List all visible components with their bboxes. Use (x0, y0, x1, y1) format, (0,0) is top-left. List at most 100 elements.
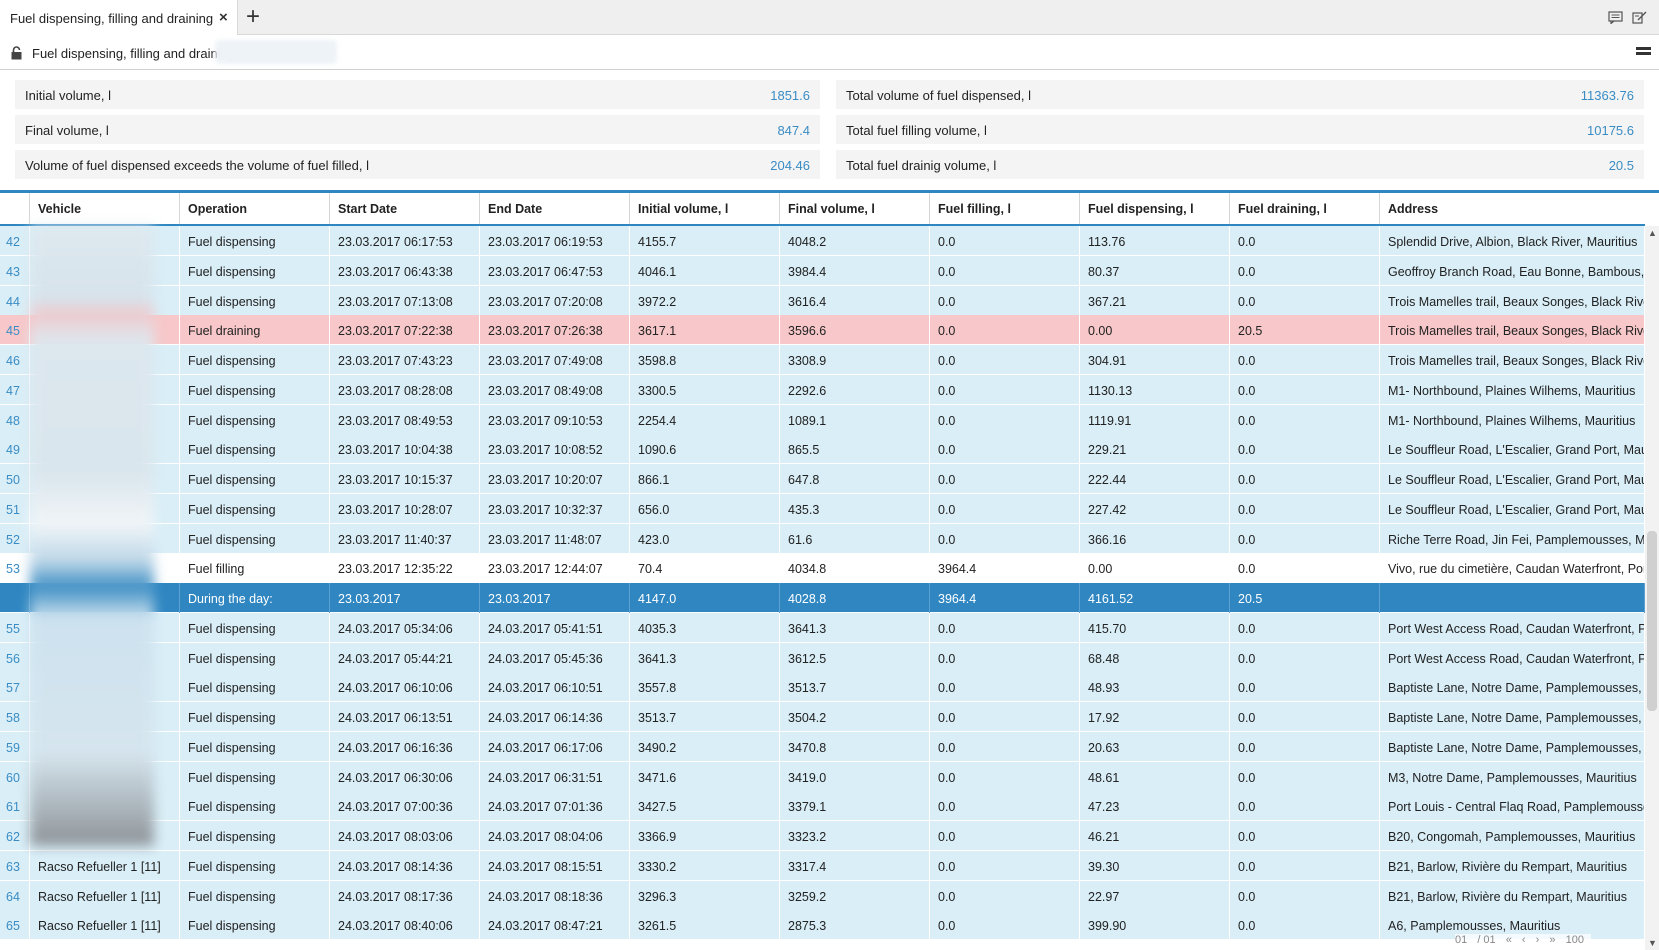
start-date-cell: 23.03.2017 06:43:38 (330, 255, 480, 286)
scroll-up-icon[interactable]: ▲ (1648, 228, 1657, 238)
day-summary-row[interactable]: During the day: 23.03.2017 23.03.2017 4147.… (0, 583, 1645, 613)
column-header-end-date[interactable]: End Date (480, 193, 630, 224)
fuel-draining-cell: 20.5 (1230, 583, 1380, 613)
scroll-down-icon[interactable]: ▼ (1648, 938, 1657, 948)
scrollbar-thumb[interactable] (1647, 531, 1657, 711)
column-header-vehicle[interactable]: Vehicle (30, 193, 180, 224)
table-row[interactable]: 43 Fuel dispensing 23.03.2017 06:43:38 23.0… (0, 255, 1645, 286)
operation-cell: Fuel dispensing (180, 493, 330, 524)
summary-value: 204.46 (770, 158, 810, 173)
start-date-cell: 24.03.2017 06:13:51 (330, 702, 480, 732)
table-row[interactable]: 47 Fuel dispensing 23.03.2017 08:28:08 23.0… (0, 374, 1645, 405)
column-header-address[interactable]: Address (1380, 193, 1645, 224)
table-row[interactable]: 42 Fuel dispensing 23.03.2017 06:17:53 23.0… (0, 226, 1645, 256)
vertical-scrollbar[interactable]: ▲ ▼ (1645, 226, 1659, 950)
end-date-cell: 24.03.2017 06:31:51 (480, 761, 630, 792)
operation-cell: Fuel dispensing (180, 702, 330, 732)
table-row[interactable]: 63 Racso Refueller 1 [11] Fuel dispensing 2… (0, 850, 1645, 881)
initial-volume-cell: 4046.1 (630, 255, 780, 286)
operation-cell: Fuel dispensing (180, 761, 330, 792)
vehicle-cell (30, 553, 180, 584)
fuel-draining-cell: 0.0 (1230, 880, 1380, 911)
fuel-dispensing-cell: 48.61 (1080, 761, 1230, 792)
fuel-draining-cell: 0.0 (1230, 226, 1380, 256)
next-page-button[interactable]: › (1536, 934, 1540, 946)
table-row[interactable]: 56 Fuel dispensing 24.03.2017 05:44:21 24.0… (0, 642, 1645, 673)
hamburger-menu-icon[interactable] (1636, 47, 1651, 58)
row-index: 60 (0, 761, 30, 792)
table-row[interactable]: 52 Fuel dispensing 23.03.2017 11:40:37 23.0… (0, 523, 1645, 554)
first-page-button[interactable]: « (1506, 934, 1512, 946)
prev-page-button[interactable]: ‹ (1522, 934, 1526, 946)
row-index: 65 (0, 910, 30, 941)
table-row[interactable]: 64 Racso Refueller 1 [11] Fuel dispensing 2… (0, 880, 1645, 911)
table-row[interactable]: 49 Fuel dispensing 23.03.2017 10:04:38 23.0… (0, 434, 1645, 465)
column-header-fuel-draining[interactable]: Fuel draining, l (1230, 193, 1380, 224)
column-header-index[interactable] (0, 193, 30, 224)
page-size-select[interactable]: 100 (1566, 934, 1584, 946)
column-header-operation[interactable]: Operation (180, 193, 330, 224)
end-date-cell: 23.03.2017 10:20:07 (480, 464, 630, 494)
table-row[interactable]: 60 Fuel dispensing 24.03.2017 06:30:06 24.0… (0, 761, 1645, 792)
table-row[interactable]: 45 Fuel draining 23.03.2017 07:22:38 23.03.… (0, 315, 1645, 346)
table-row[interactable]: 46 Fuel dispensing 23.03.2017 07:43:23 23.0… (0, 345, 1645, 375)
close-icon[interactable]: × (219, 9, 228, 26)
table-row[interactable]: 58 Fuel dispensing 24.03.2017 06:13:51 24.0… (0, 702, 1645, 732)
column-header-initial-volume[interactable]: Initial volume, l (630, 193, 780, 224)
final-volume-cell: 3317.4 (780, 850, 930, 881)
table-row[interactable]: 65 Racso Refueller 1 [11] Fuel dispensing 2… (0, 910, 1645, 941)
fuel-dispensing-cell: 366.16 (1080, 523, 1230, 554)
row-index: 50 (0, 464, 30, 494)
fuel-filling-cell: 0.0 (930, 315, 1080, 346)
column-header-fuel-filling[interactable]: Fuel filling, l (930, 193, 1080, 224)
column-header-fuel-dispensing[interactable]: Fuel dispensing, l (1080, 193, 1230, 224)
add-tab-button[interactable]: + (246, 4, 260, 30)
fuel-dispensing-cell: 227.42 (1080, 493, 1230, 524)
tab-fuel-report[interactable]: Fuel dispensing, filling and draining × (0, 0, 238, 35)
table-row[interactable]: 50 Fuel dispensing 23.03.2017 10:15:37 23.0… (0, 464, 1645, 494)
end-date-cell: 24.03.2017 08:04:06 (480, 821, 630, 851)
row-index: 64 (0, 880, 30, 911)
fuel-draining-cell: 0.0 (1230, 553, 1380, 584)
fuel-dispensing-cell: 113.76 (1080, 226, 1230, 256)
address-cell: Vivo, rue du cimetière, Caudan Waterfron… (1380, 553, 1645, 584)
address-cell: Riche Terre Road, Jin Fei, Pamplemousses… (1380, 523, 1645, 554)
initial-volume-cell: 2254.4 (630, 404, 780, 435)
column-header-start-date[interactable]: Start Date (330, 193, 480, 224)
table-row[interactable]: 61 Fuel dispensing 24.03.2017 07:00:36 24.0… (0, 791, 1645, 822)
address-cell (1380, 583, 1645, 613)
column-header-final-volume[interactable]: Final volume, l (780, 193, 930, 224)
row-index: 51 (0, 493, 30, 524)
table-row[interactable]: 55 Fuel dispensing 24.03.2017 05:34:06 24.0… (0, 612, 1645, 643)
row-index: 53 (0, 553, 30, 584)
operation-cell: Fuel dispensing (180, 791, 330, 822)
fuel-draining-cell: 0.0 (1230, 523, 1380, 554)
fuel-filling-cell: 0.0 (930, 255, 1080, 286)
initial-volume-cell: 3490.2 (630, 731, 780, 762)
final-volume-cell: 2875.3 (780, 910, 930, 941)
fuel-dispensing-cell: 47.23 (1080, 791, 1230, 822)
table-row[interactable]: 53 Fuel filling 23.03.2017 12:35:22 23.03.2… (0, 553, 1645, 584)
table-row[interactable]: 59 Fuel dispensing 24.03.2017 06:16:36 24.0… (0, 731, 1645, 762)
fuel-filling-cell: 0.0 (930, 850, 1080, 881)
table-row[interactable]: 48 Fuel dispensing 23.03.2017 08:49:53 23.0… (0, 404, 1645, 435)
end-date-cell: 23.03.2017 06:47:53 (480, 255, 630, 286)
page-number[interactable]: 01 (1455, 934, 1467, 946)
edit-note-icon[interactable] (1632, 11, 1647, 24)
initial-volume-cell: 423.0 (630, 523, 780, 554)
vehicle-cell (30, 761, 180, 792)
unlock-icon[interactable] (10, 46, 23, 60)
fuel-draining-cell: 0.0 (1230, 404, 1380, 435)
end-date-cell: 24.03.2017 07:01:36 (480, 791, 630, 822)
table-header: Vehicle Operation Start Date End Date In… (0, 193, 1645, 226)
row-index: 44 (0, 285, 30, 316)
chat-icon[interactable] (1608, 11, 1623, 25)
table-row[interactable]: 62 Fuel dispensing 24.03.2017 08:03:06 24.0… (0, 821, 1645, 851)
table-row[interactable]: 44 Fuel dispensing 23.03.2017 07:13:08 23.0… (0, 285, 1645, 316)
row-index: 49 (0, 434, 30, 465)
last-page-button[interactable]: » (1549, 934, 1555, 946)
summary-value: 10175.6 (1587, 123, 1634, 138)
table-row[interactable]: 51 Fuel dispensing 23.03.2017 10:28:07 23.0… (0, 493, 1645, 524)
vehicle-cell (30, 374, 180, 405)
table-row[interactable]: 57 Fuel dispensing 24.03.2017 06:10:06 24.0… (0, 672, 1645, 703)
